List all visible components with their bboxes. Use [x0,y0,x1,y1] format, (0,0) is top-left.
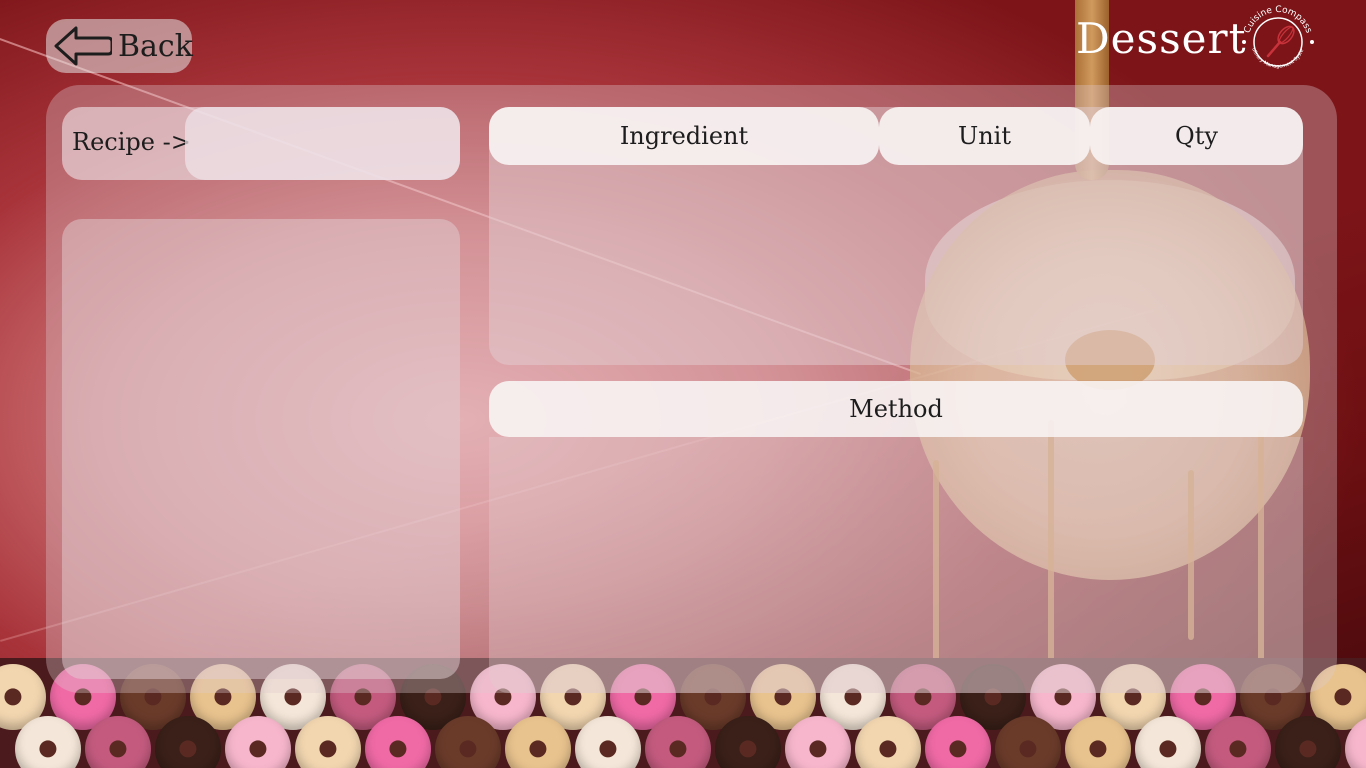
page-title: Dessert [1076,14,1247,63]
svg-text:Cuisine Compass: Cuisine Compass [1243,5,1314,35]
back-label: Back [118,29,193,64]
method-header: Method [489,381,1303,437]
recipe-list[interactable] [62,219,460,679]
back-button[interactable]: Back [46,19,193,73]
back-arrow-icon [54,26,112,66]
logo-brand-text: Cuisine Compass [1243,5,1314,35]
qty-column-header[interactable]: Qty [1090,107,1303,165]
method-textarea[interactable] [489,437,1303,693]
recipe-label: Recipe -> [72,128,191,156]
whisk-icon [1266,25,1295,58]
ingredient-column-header[interactable]: Ingredient [489,107,879,165]
unit-column-header[interactable]: Unit [879,107,1090,165]
cuisine-compass-logo: Cuisine Compass Culinary Management Syst… [1238,2,1314,70]
recipe-input[interactable] [185,107,460,180]
